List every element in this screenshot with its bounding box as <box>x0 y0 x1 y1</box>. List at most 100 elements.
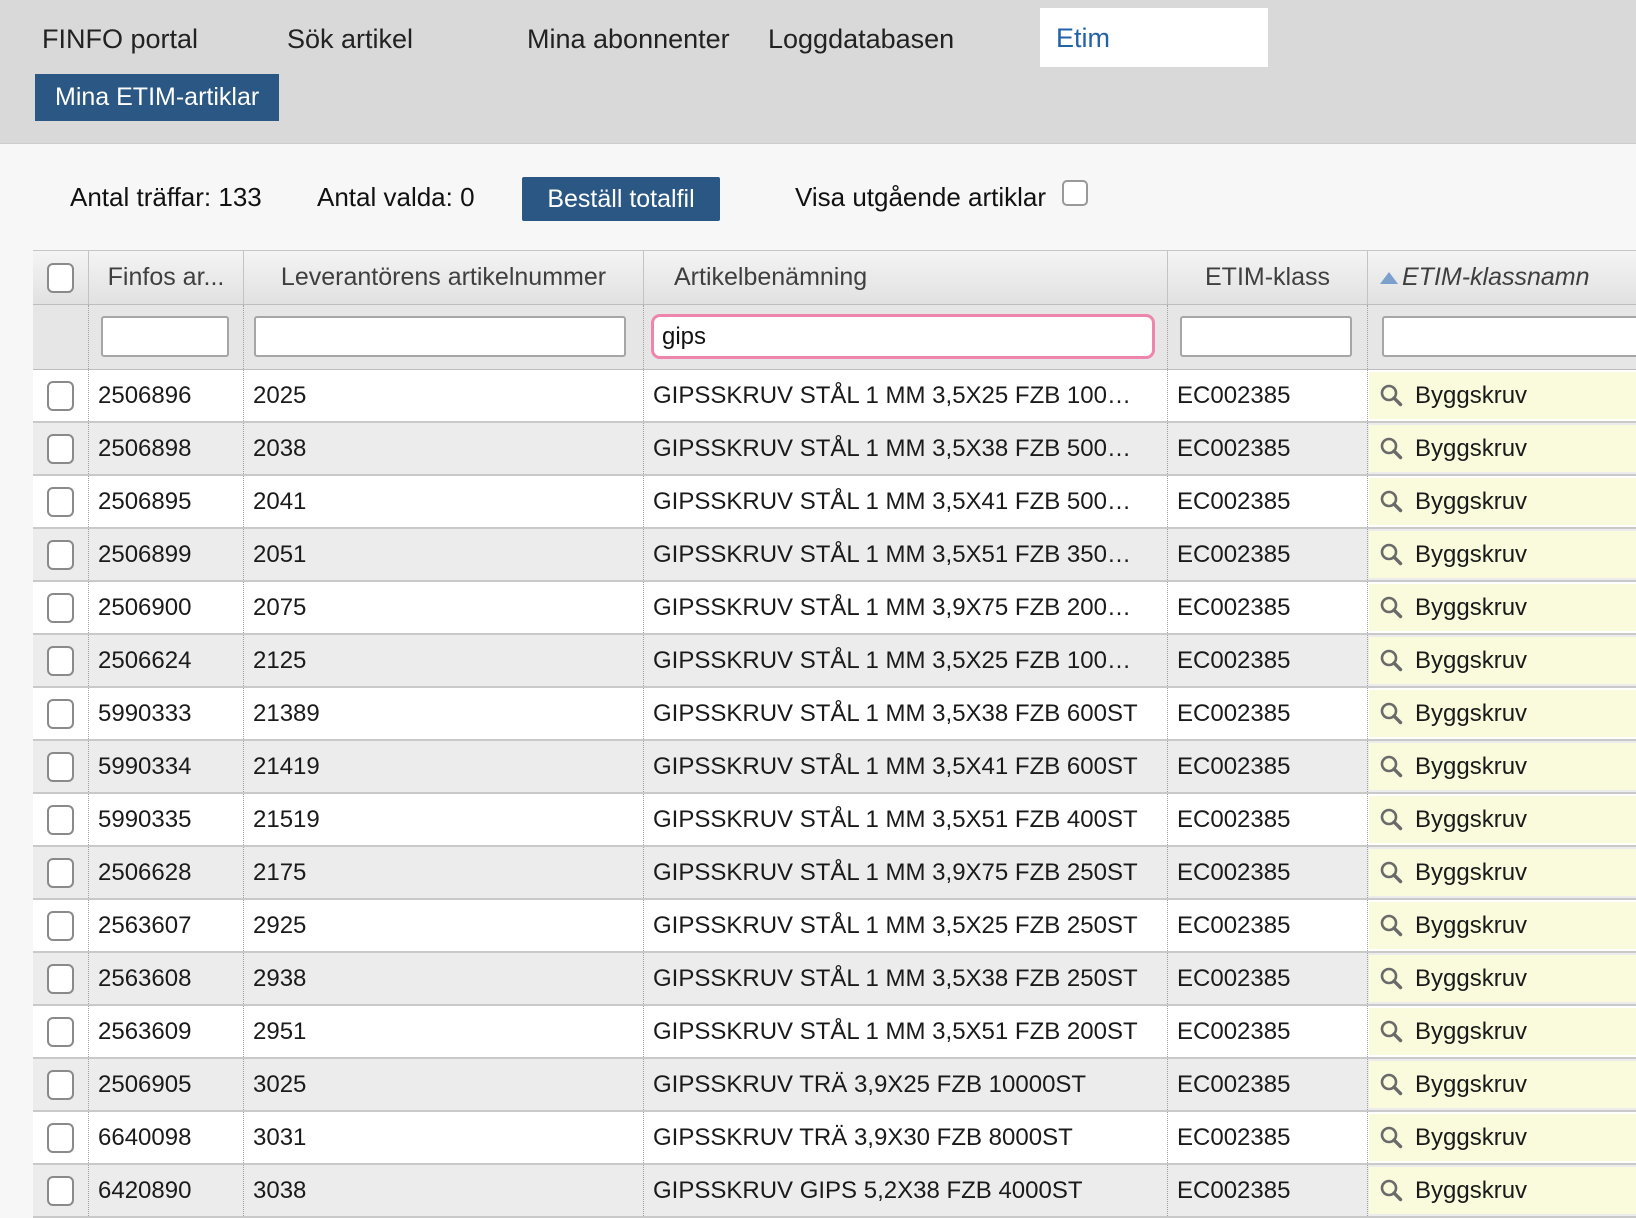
etim-class-name-link[interactable]: Byggskruv <box>1369 637 1636 684</box>
etim-class-name-link[interactable]: Byggskruv <box>1369 1061 1636 1108</box>
filter-input-supplier[interactable] <box>254 316 626 357</box>
cell-etim-class: EC002385 <box>1167 370 1367 421</box>
etim-class-name-text: Byggskruv <box>1415 806 1527 834</box>
cell-etim-class: EC002385 <box>1167 688 1367 739</box>
filter-input-name[interactable] <box>651 314 1155 359</box>
etim-class-name-link[interactable]: Byggskruv <box>1369 1167 1636 1214</box>
cell-supplier-number: 2125 <box>243 635 643 686</box>
cell-finfo-number: 6420890 <box>88 1165 243 1216</box>
row-checkbox[interactable] <box>47 964 74 994</box>
magnifier-icon <box>1379 966 1404 991</box>
row-checkbox[interactable] <box>47 752 74 782</box>
row-checkbox[interactable] <box>47 1070 74 1100</box>
filter-input-finfo[interactable] <box>101 316 229 357</box>
column-header-finfo[interactable]: Finfos ar... <box>88 251 243 304</box>
row-select-cell <box>33 953 88 1004</box>
filter-input-etim-class-name[interactable] <box>1382 316 1636 357</box>
show-outgoing-label: Visa utgående artiklar <box>795 182 1046 213</box>
selected-count-label: Antal valda: 0 <box>317 182 475 213</box>
nav-item-finfo-portal[interactable]: FINFO portal <box>42 24 198 55</box>
cell-supplier-number: 2951 <box>243 1006 643 1057</box>
row-checkbox[interactable] <box>47 858 74 888</box>
row-checkbox[interactable] <box>47 699 74 729</box>
row-checkbox[interactable] <box>47 1123 74 1153</box>
cell-supplier-number: 2025 <box>243 370 643 421</box>
cell-finfo-number: 2506900 <box>88 582 243 633</box>
row-checkbox[interactable] <box>47 1176 74 1206</box>
etim-class-name-text: Byggskruv <box>1415 488 1527 516</box>
etim-class-name-link[interactable]: Byggskruv <box>1369 372 1636 419</box>
etim-class-name-link[interactable]: Byggskruv <box>1369 1114 1636 1161</box>
row-checkbox[interactable] <box>47 593 74 623</box>
magnifier-icon <box>1379 648 1404 673</box>
column-header-etim-class-name[interactable]: ETIM-klassnamn <box>1367 251 1636 304</box>
row-checkbox[interactable] <box>47 381 74 411</box>
etim-class-name-link[interactable]: Byggskruv <box>1369 743 1636 790</box>
table-row: 5990335 21519 GIPSSKRUV STÅL 1 MM 3,5X51… <box>33 794 1636 847</box>
etim-class-name-text: Byggskruv <box>1415 1124 1527 1152</box>
cell-etim-class: EC002385 <box>1167 953 1367 1004</box>
header-select-all-cell <box>33 251 88 304</box>
etim-class-name-link[interactable]: Byggskruv <box>1369 902 1636 949</box>
magnifier-icon <box>1379 1178 1404 1203</box>
etim-class-name-text: Byggskruv <box>1415 753 1527 781</box>
etim-class-name-link[interactable]: Byggskruv <box>1369 584 1636 631</box>
cell-article-name: GIPSSKRUV STÅL 1 MM 3,5X25 FZB 100… <box>643 370 1167 421</box>
etim-class-name-link[interactable]: Byggskruv <box>1369 796 1636 843</box>
filter-input-etim-class[interactable] <box>1180 316 1352 357</box>
row-select-cell <box>33 741 88 792</box>
row-checkbox[interactable] <box>47 434 74 464</box>
row-checkbox[interactable] <box>47 487 74 517</box>
nav-item-mina-abonnenter[interactable]: Mina abonnenter <box>527 24 730 55</box>
row-checkbox[interactable] <box>47 805 74 835</box>
nav-item-loggdatabasen[interactable]: Loggdatabasen <box>768 24 954 55</box>
etim-class-name-link[interactable]: Byggskruv <box>1369 690 1636 737</box>
cell-article-name: GIPSSKRUV STÅL 1 MM 3,5X51 FZB 400ST <box>643 794 1167 845</box>
cell-etim-class-name: Byggskruv <box>1367 423 1636 474</box>
table-row: 6640098 3031 GIPSSKRUV TRÄ 3,9X30 FZB 80… <box>33 1112 1636 1165</box>
cell-etim-class: EC002385 <box>1167 476 1367 527</box>
table-row: 2506899 2051 GIPSSKRUV STÅL 1 MM 3,5X51 … <box>33 529 1636 582</box>
row-select-cell <box>33 423 88 474</box>
etim-class-name-link[interactable]: Byggskruv <box>1369 849 1636 896</box>
etim-class-name-link[interactable]: Byggskruv <box>1369 425 1636 472</box>
cell-etim-class-name: Byggskruv <box>1367 741 1636 792</box>
magnifier-icon <box>1379 754 1404 779</box>
magnifier-icon <box>1379 436 1404 461</box>
select-all-checkbox[interactable] <box>47 263 74 293</box>
table-row: 2563607 2925 GIPSSKRUV STÅL 1 MM 3,5X25 … <box>33 900 1636 953</box>
show-outgoing-checkbox[interactable] <box>1062 180 1088 206</box>
magnifier-icon <box>1379 1125 1404 1150</box>
table-row: 2506905 3025 GIPSSKRUV TRÄ 3,9X25 FZB 10… <box>33 1059 1636 1112</box>
nav-tab-etim-active[interactable]: Etim <box>1040 8 1268 67</box>
row-checkbox[interactable] <box>47 646 74 676</box>
bestall-totalfil-button[interactable]: Beställ totalfil <box>522 177 720 221</box>
row-select-cell <box>33 1112 88 1163</box>
row-checkbox[interactable] <box>47 1017 74 1047</box>
row-select-cell <box>33 476 88 527</box>
column-header-supplier[interactable]: Leverantörens artikelnummer <box>243 251 643 304</box>
row-checkbox[interactable] <box>47 911 74 941</box>
row-select-cell <box>33 900 88 951</box>
etim-class-name-text: Byggskruv <box>1415 700 1527 728</box>
row-checkbox[interactable] <box>47 540 74 570</box>
cell-etim-class: EC002385 <box>1167 1059 1367 1110</box>
column-header-etim-class[interactable]: ETIM-klass <box>1167 251 1367 304</box>
table-row: 2563608 2938 GIPSSKRUV STÅL 1 MM 3,5X38 … <box>33 953 1636 1006</box>
cell-article-name: GIPSSKRUV STÅL 1 MM 3,5X38 FZB 500… <box>643 423 1167 474</box>
cell-article-name: GIPSSKRUV STÅL 1 MM 3,9X75 FZB 250ST <box>643 847 1167 898</box>
nav-item-sok-artikel[interactable]: Sök artikel <box>287 24 413 55</box>
etim-class-name-link[interactable]: Byggskruv <box>1369 1008 1636 1055</box>
table-header-row: Finfos ar... Leverantörens artikelnummer… <box>33 251 1636 305</box>
column-header-name[interactable]: Artikelbenämning <box>643 251 1167 304</box>
filter-cell-etim-class <box>1167 305 1367 369</box>
etim-class-name-link[interactable]: Byggskruv <box>1369 531 1636 578</box>
table-row: 5990333 21389 GIPSSKRUV STÅL 1 MM 3,5X38… <box>33 688 1636 741</box>
etim-class-name-text: Byggskruv <box>1415 859 1527 887</box>
mina-etim-artiklar-button[interactable]: Mina ETIM-artiklar <box>35 74 279 121</box>
etim-class-name-link[interactable]: Byggskruv <box>1369 478 1636 525</box>
etim-class-name-link[interactable]: Byggskruv <box>1369 955 1636 1002</box>
cell-supplier-number: 2038 <box>243 423 643 474</box>
magnifier-icon <box>1379 489 1404 514</box>
cell-etim-class-name: Byggskruv <box>1367 582 1636 633</box>
